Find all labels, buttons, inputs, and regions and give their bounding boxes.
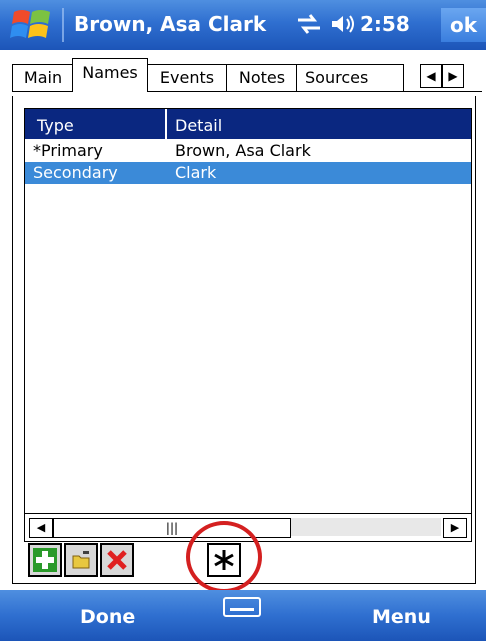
list-item[interactable]: Secondary Clark [25,162,471,184]
tab-main[interactable]: Main [12,64,74,91]
column-header-type[interactable]: Type [37,116,74,135]
grip-icon: ||| [165,521,179,535]
right-arrow-icon: ▶ [450,521,460,534]
add-icon [33,548,57,572]
tab-scroll-left[interactable]: ◀ [420,64,442,88]
tab-scroll-right[interactable]: ▶ [442,64,464,88]
scroll-right-button[interactable]: ▶ [443,518,467,538]
list-item[interactable]: *Primary Brown, Asa Clark [25,140,471,162]
title-bar: Brown, Asa Clark 2:58 ok [0,0,486,50]
name-type: *Primary [33,141,103,160]
delete-icon [105,548,129,572]
tab-strip: Main Names Events Notes Sources [0,50,486,96]
column-header-detail[interactable]: Detail [175,116,222,135]
list-header: Type Detail [25,109,471,139]
name-detail: Clark [175,163,217,182]
left-arrow-icon: ◀ [36,521,46,534]
tab-notes[interactable]: Notes [226,64,298,91]
scroll-thumb[interactable]: ||| [53,518,291,538]
ok-button[interactable]: ok [441,8,486,42]
tab-events[interactable]: Events [146,64,228,91]
name-detail: Brown, Asa Clark [175,141,311,160]
right-arrow-icon: ▶ [448,69,458,83]
highlight-circle [186,521,262,593]
add-button[interactable] [28,543,62,577]
left-arrow-icon: ◀ [426,69,436,83]
tab-names[interactable]: Names [72,58,148,92]
speaker-icon[interactable] [330,12,356,36]
window-title: Brown, Asa Clark [74,12,267,36]
done-softkey[interactable]: Done [80,606,135,628]
command-bar: Done Menu [0,590,486,641]
menu-softkey[interactable]: Menu [372,606,431,628]
edit-button[interactable] [64,543,98,577]
title-separator [62,8,64,42]
tab-sources[interactable]: Sources [296,64,404,91]
windows-start-icon[interactable] [10,6,54,44]
sync-icon[interactable] [296,12,322,36]
name-type: Secondary [33,163,118,182]
column-divider[interactable] [165,109,167,139]
keyboard-icon[interactable] [222,596,262,618]
names-list[interactable]: Type Detail *Primary Brown, Asa Clark Se… [24,108,472,542]
edit-icon [69,548,93,572]
delete-button[interactable] [100,543,134,577]
clock[interactable]: 2:58 [360,12,410,36]
scroll-left-button[interactable]: ◀ [29,518,53,538]
